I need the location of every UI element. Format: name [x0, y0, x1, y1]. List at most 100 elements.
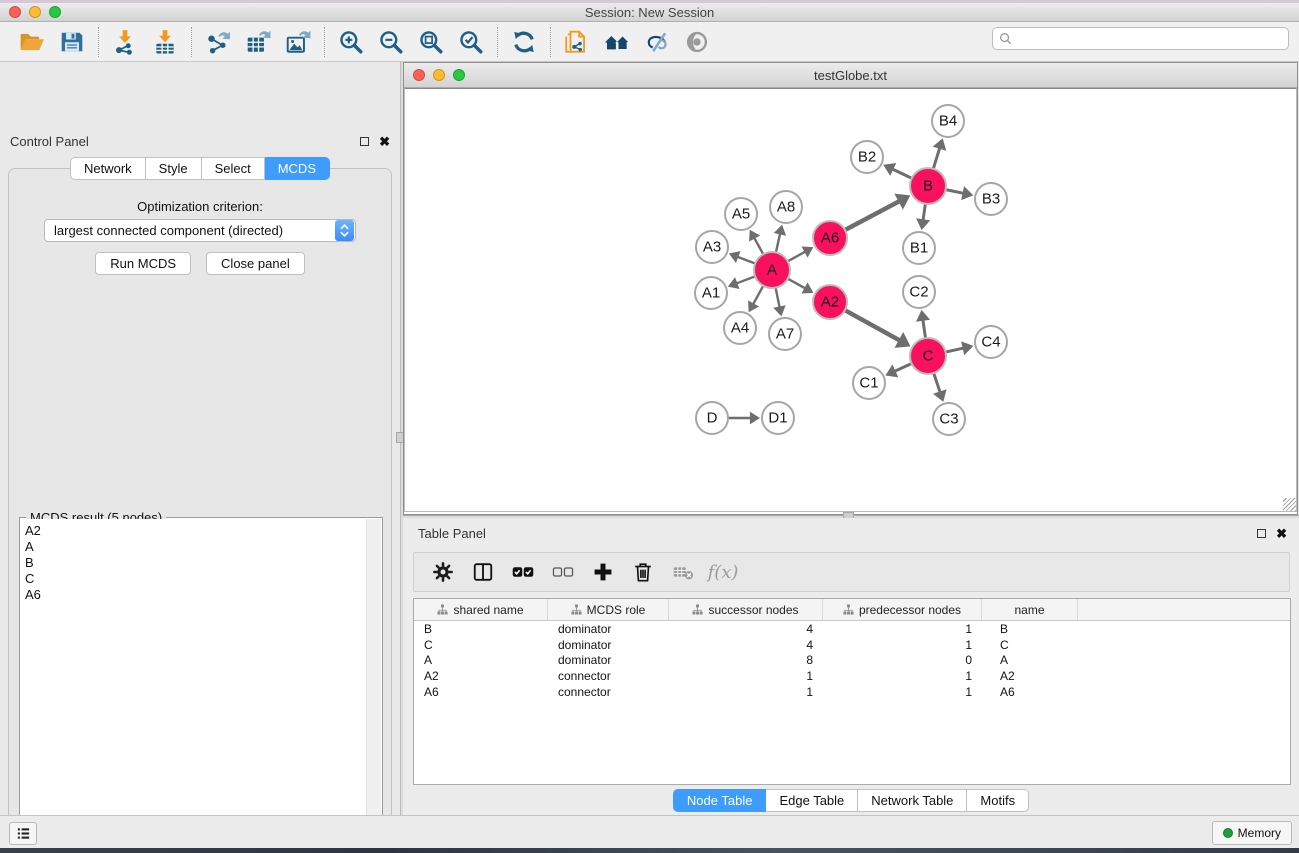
close-panel-icon[interactable]: ✖: [379, 137, 390, 146]
zoom-fit-button[interactable]: [411, 25, 451, 59]
graph-node-D[interactable]: D: [696, 402, 728, 434]
graph-node-C[interactable]: C: [910, 338, 946, 374]
hide-labels-button[interactable]: [637, 25, 677, 59]
graph-edge-B-B2[interactable]: [883, 163, 911, 178]
graph-node-B[interactable]: B: [910, 168, 946, 204]
graph-node-A[interactable]: A: [754, 252, 790, 288]
table-cell[interactable]: A2: [982, 669, 1078, 683]
zoom-out-button[interactable]: [371, 25, 411, 59]
show-columns-button[interactable]: [466, 556, 500, 588]
network-window-titlebar[interactable]: testGlobe.txt: [404, 63, 1297, 88]
export-table-button[interactable]: [238, 25, 278, 59]
close-panel-button[interactable]: Close panel: [206, 252, 305, 275]
graph-edge-D-D1[interactable]: [728, 412, 760, 425]
table-cell[interactable]: connector: [548, 685, 669, 699]
table-cell[interactable]: 4: [669, 638, 823, 652]
export-network-button[interactable]: [198, 25, 238, 59]
graph-edge-A6-B[interactable]: [845, 194, 910, 230]
graph-node-B3[interactable]: B3: [975, 183, 1007, 215]
table-row[interactable]: A2connector11A2: [414, 668, 1290, 684]
table-cell[interactable]: 1: [669, 669, 823, 683]
import-network-button[interactable]: [105, 25, 145, 59]
select-all-rows-button[interactable]: [506, 556, 540, 588]
graph-edge-C-C1[interactable]: [885, 363, 911, 377]
table-cell[interactable]: dominator: [548, 622, 669, 636]
table-row[interactable]: Bdominator41B: [414, 621, 1290, 637]
graph-node-A4[interactable]: A4: [724, 312, 756, 344]
table-cell[interactable]: C: [414, 638, 548, 652]
network-canvas[interactable]: B4B2BB3A8A5A6A3B1AC2A1A2A4A7C4CC1C3DD1: [404, 88, 1297, 512]
run-mcds-button[interactable]: Run MCDS: [95, 252, 191, 275]
deselect-all-rows-button[interactable]: [546, 556, 580, 588]
add-column-button[interactable]: [586, 556, 620, 588]
graph-edge-C-C2[interactable]: [916, 310, 930, 338]
graph-node-A1[interactable]: A1: [695, 277, 727, 309]
table-cell[interactable]: A: [414, 653, 548, 667]
column-header-name[interactable]: name: [982, 599, 1078, 620]
result-item[interactable]: A: [25, 539, 366, 555]
result-item[interactable]: A6: [25, 587, 366, 603]
table-cell[interactable]: B: [414, 622, 548, 636]
ndex-home-button[interactable]: [597, 25, 637, 59]
graph-edge-A-A8[interactable]: [774, 225, 786, 253]
tab-mcds[interactable]: MCDS: [265, 157, 330, 180]
tab-select[interactable]: Select: [202, 157, 265, 180]
graph-edge-B-B1[interactable]: [916, 204, 930, 230]
graph-node-B1[interactable]: B1: [903, 232, 935, 264]
result-item[interactable]: C: [25, 571, 366, 587]
tab-motifs[interactable]: Motifs: [967, 789, 1029, 812]
result-item[interactable]: A2: [25, 523, 366, 539]
refresh-layout-button[interactable]: [504, 25, 544, 59]
export-image-button[interactable]: [278, 25, 318, 59]
graph-node-C2[interactable]: C2: [903, 276, 935, 308]
resize-grip-icon[interactable]: [1283, 498, 1296, 511]
graph-node-B2[interactable]: B2: [851, 141, 883, 173]
tab-style[interactable]: Style: [146, 157, 202, 180]
table-cell[interactable]: 1: [823, 685, 982, 699]
tab-edge-table[interactable]: Edge Table: [766, 789, 858, 812]
graph-edge-B-B3[interactable]: [946, 186, 974, 200]
import-table-button[interactable]: [145, 25, 185, 59]
graph-edge-B-B4[interactable]: [933, 138, 947, 169]
graph-node-A8[interactable]: A8: [770, 191, 802, 223]
graph-node-A7[interactable]: A7: [769, 318, 801, 350]
table-cell[interactable]: dominator: [548, 653, 669, 667]
graph-node-A3[interactable]: A3: [696, 231, 728, 263]
graph-node-C1[interactable]: C1: [853, 367, 885, 399]
search-input[interactable]: [992, 27, 1289, 50]
table-row[interactable]: Cdominator41C: [414, 637, 1290, 653]
column-header-MCDS-role[interactable]: MCDS role: [548, 599, 669, 620]
table-cell[interactable]: C: [982, 638, 1078, 652]
table-cell[interactable]: 4: [669, 622, 823, 636]
graph-edge-A2-C[interactable]: [845, 310, 911, 348]
graph-node-A5[interactable]: A5: [725, 198, 757, 230]
table-cell[interactable]: 1: [669, 685, 823, 699]
graph-edge-A-A7[interactable]: [773, 288, 785, 317]
delete-column-button[interactable]: [626, 556, 660, 588]
table-cell[interactable]: 1: [823, 622, 982, 636]
graph-edge-C-C3[interactable]: [933, 373, 946, 402]
graph-node-D1[interactable]: D1: [762, 402, 794, 434]
table-cell[interactable]: A6: [982, 685, 1078, 699]
graph-edge-C-C4[interactable]: [946, 341, 974, 355]
task-history-button[interactable]: [9, 822, 37, 845]
table-row[interactable]: Adominator80A: [414, 652, 1290, 668]
table-cell[interactable]: 1: [823, 669, 982, 683]
save-session-button[interactable]: [52, 25, 92, 59]
float-panel-icon[interactable]: [360, 137, 369, 146]
table-cell[interactable]: dominator: [548, 638, 669, 652]
table-float-icon[interactable]: [1257, 529, 1266, 538]
graph-node-A6[interactable]: A6: [813, 221, 847, 255]
tab-network[interactable]: Network: [70, 157, 146, 180]
memory-button[interactable]: Memory: [1212, 821, 1292, 845]
table-settings-button[interactable]: [426, 556, 460, 588]
graph-edge-A-A2[interactable]: [788, 279, 814, 294]
zoom-selected-button[interactable]: [451, 25, 491, 59]
result-item[interactable]: B: [25, 555, 366, 571]
optimization-dropdown[interactable]: largest connected component (directed): [44, 219, 356, 242]
table-cell[interactable]: 8: [669, 653, 823, 667]
graph-edge-A-A6[interactable]: [788, 247, 814, 262]
tab-node-table[interactable]: Node Table: [673, 789, 767, 812]
open-ndex-document-button[interactable]: [557, 25, 597, 59]
show-graphics-details-button[interactable]: [677, 25, 717, 59]
